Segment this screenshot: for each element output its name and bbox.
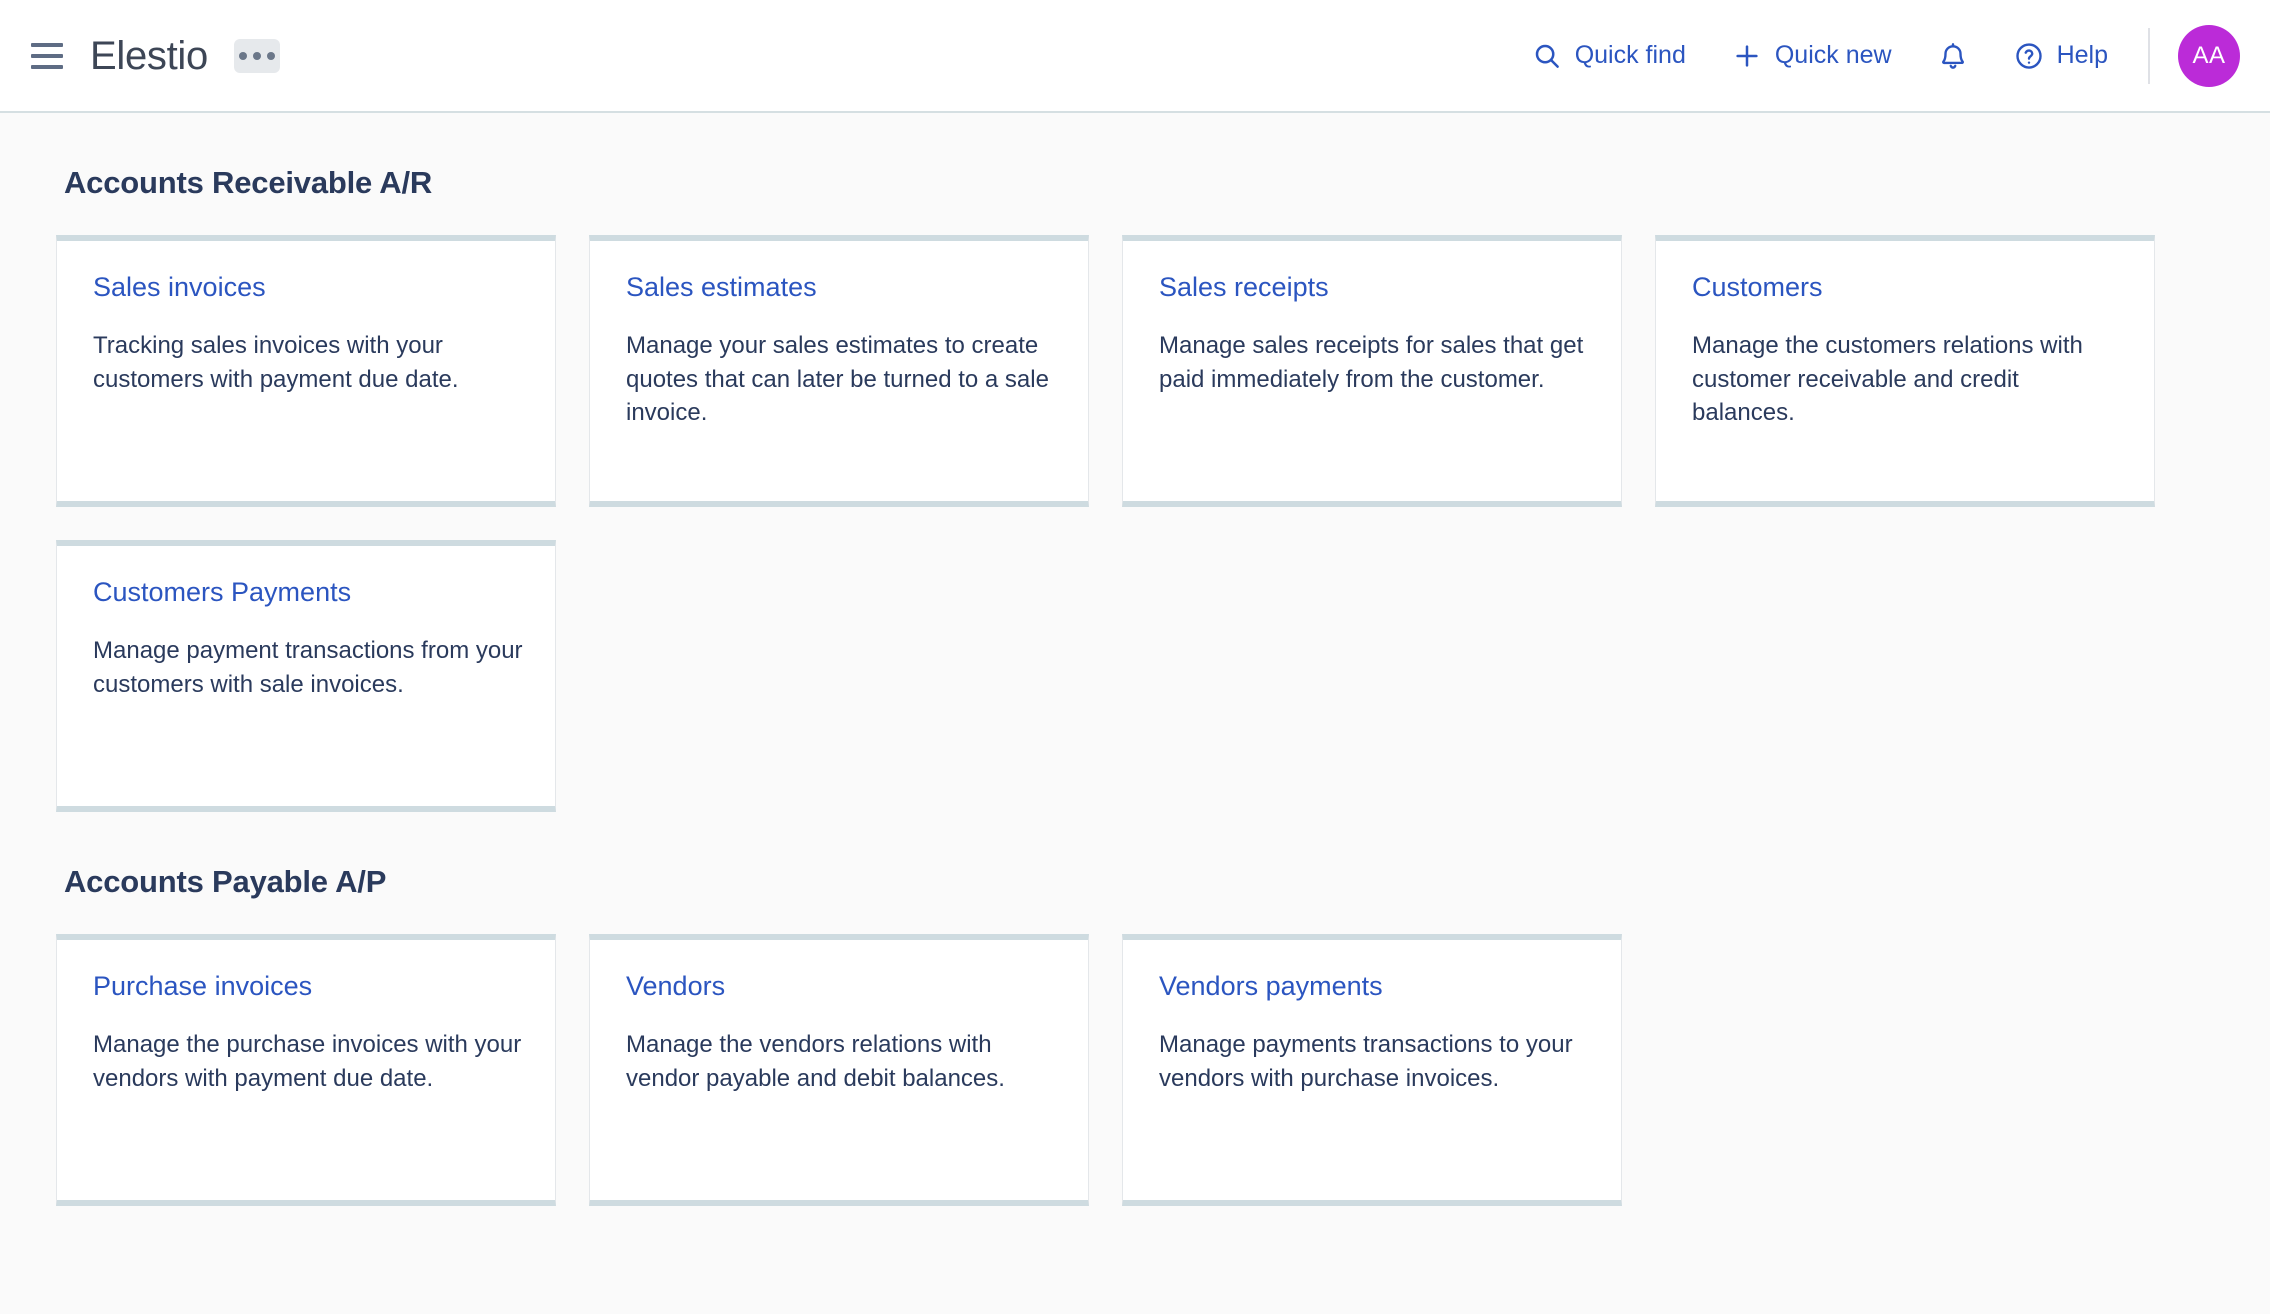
- header-divider: [2148, 28, 2150, 84]
- more-options-button[interactable]: [234, 39, 280, 73]
- dot-icon: [253, 52, 261, 60]
- section-accounts-payable: Accounts Payable A/P Purchase invoices M…: [0, 864, 2270, 1206]
- card-description: Manage payments transactions to your ven…: [1159, 1028, 1589, 1094]
- avatar[interactable]: AA: [2178, 25, 2240, 87]
- card-description: Manage the vendors relations with vendor…: [626, 1028, 1056, 1094]
- card-description: Tracking sales invoices with your custom…: [93, 329, 523, 395]
- card-title[interactable]: Customers: [1692, 271, 2122, 303]
- hamburger-bar: [31, 65, 63, 69]
- card-title[interactable]: Sales receipts: [1159, 271, 1589, 303]
- hamburger-bar: [31, 54, 63, 58]
- header-right-group: Quick find Quick new: [1528, 25, 2240, 87]
- card-description: Manage your sales estimates to create qu…: [626, 329, 1056, 428]
- card-sales-estimates[interactable]: Sales estimates Manage your sales estima…: [589, 235, 1089, 507]
- section-title: Accounts Payable A/P: [64, 864, 2214, 900]
- dot-icon: [267, 52, 275, 60]
- help-circle-icon: [2014, 41, 2044, 71]
- card-sales-invoices[interactable]: Sales invoices Tracking sales invoices w…: [56, 235, 556, 507]
- app-brand-title[interactable]: Elestio: [90, 36, 208, 76]
- quick-new-label: Quick new: [1775, 43, 1892, 68]
- notifications-button[interactable]: [1934, 35, 1972, 77]
- card-description: Manage payment transactions from your cu…: [93, 634, 523, 700]
- card-grid: Purchase invoices Manage the purchase in…: [56, 934, 2214, 1206]
- card-purchase-invoices[interactable]: Purchase invoices Manage the purchase in…: [56, 934, 556, 1206]
- card-vendors[interactable]: Vendors Manage the vendors relations wit…: [589, 934, 1089, 1206]
- card-description: Manage sales receipts for sales that get…: [1159, 329, 1589, 395]
- card-vendors-payments[interactable]: Vendors payments Manage payments transac…: [1122, 934, 1622, 1206]
- header-left-group: Elestio: [26, 35, 280, 77]
- card-title[interactable]: Sales invoices: [93, 271, 523, 303]
- card-description: Manage the customers relations with cust…: [1692, 329, 2122, 428]
- search-icon: [1532, 41, 1562, 71]
- card-title[interactable]: Vendors: [626, 970, 1056, 1002]
- main-content: Accounts Receivable A/R Sales invoices T…: [0, 113, 2270, 1314]
- card-title[interactable]: Customers Payments: [93, 576, 523, 608]
- quick-new-button[interactable]: Quick new: [1728, 35, 1896, 77]
- hamburger-bar: [31, 43, 63, 47]
- card-customers[interactable]: Customers Manage the customers relations…: [1655, 235, 2155, 507]
- card-title[interactable]: Vendors payments: [1159, 970, 1589, 1002]
- help-button[interactable]: Help: [2010, 35, 2112, 77]
- dot-icon: [239, 52, 247, 60]
- section-title: Accounts Receivable A/R: [64, 165, 2214, 201]
- card-title[interactable]: Sales estimates: [626, 271, 1056, 303]
- plus-icon: [1732, 41, 1762, 71]
- bell-icon: [1938, 41, 1968, 71]
- card-description: Manage the purchase invoices with your v…: [93, 1028, 523, 1094]
- quick-find-label: Quick find: [1575, 43, 1686, 68]
- card-grid: Sales invoices Tracking sales invoices w…: [56, 235, 2214, 812]
- quick-find-button[interactable]: Quick find: [1528, 35, 1690, 77]
- app-header: Elestio Quick find Quick: [0, 0, 2270, 113]
- card-customers-payments[interactable]: Customers Payments Manage payment transa…: [56, 540, 556, 812]
- card-sales-receipts[interactable]: Sales receipts Manage sales receipts for…: [1122, 235, 1622, 507]
- section-accounts-receivable: Accounts Receivable A/R Sales invoices T…: [0, 165, 2270, 812]
- card-title[interactable]: Purchase invoices: [93, 970, 523, 1002]
- hamburger-menu-icon[interactable]: [26, 35, 68, 77]
- help-label: Help: [2057, 43, 2108, 68]
